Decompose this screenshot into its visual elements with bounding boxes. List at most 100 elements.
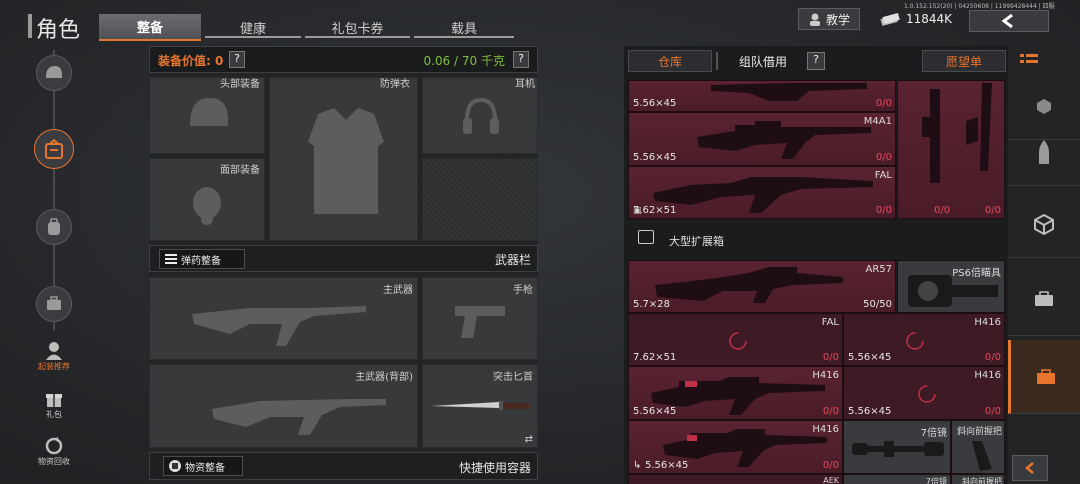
- slot-dagger[interactable]: 突击匕首 ⇄: [422, 364, 538, 448]
- slot-primary-weapon[interactable]: 主武器: [149, 277, 418, 360]
- container-category[interactable]: [36, 286, 72, 322]
- equipment-value-label: 装备价值: 0: [158, 54, 224, 68]
- item-ammo: 5.56×45: [848, 406, 892, 417]
- slot-headset[interactable]: 耳机: [422, 77, 538, 154]
- sidebar-recycle[interactable]: 物资回收: [30, 436, 78, 472]
- category-ammo[interactable]: [1008, 118, 1080, 186]
- slot-label: 突击匕首: [493, 372, 533, 383]
- collapse-button[interactable]: [1012, 455, 1048, 481]
- version-info: 1.0.152.152(20) | 04250608 | 11999428444…: [904, 3, 1055, 10]
- scope-icon: [908, 275, 998, 307]
- item-m4a1[interactable]: M4A1 5.56×45 0/0: [628, 112, 896, 166]
- supply-prep-button[interactable]: 物资整备: [163, 456, 243, 476]
- slot-label: 主武器(背部): [355, 372, 413, 383]
- item-aek[interactable]: AEK: [628, 474, 843, 484]
- tutorial-button[interactable]: 教学: [798, 8, 860, 30]
- item-7x-scope[interactable]: 7倍镜: [843, 420, 951, 474]
- weight-help-button[interactable]: ?: [513, 51, 529, 68]
- category-materials[interactable]: [1008, 190, 1080, 258]
- warehouse-help-button[interactable]: ?: [807, 52, 825, 70]
- slot-face-gear[interactable]: 面部装备: [149, 158, 265, 241]
- ammo-prep-button[interactable]: 弹药整备: [159, 249, 245, 269]
- item-ammo: 5.56×45: [645, 460, 689, 471]
- item-angled-grip[interactable]: 斜向前握把: [951, 474, 1005, 484]
- slot-armor[interactable]: 防弹衣: [269, 77, 418, 241]
- tab-warehouse[interactable]: 仓库: [628, 50, 712, 72]
- box-icon: [1034, 213, 1054, 235]
- weapon-bar-title: 武器栏: [494, 253, 531, 267]
- value-help-button[interactable]: ?: [229, 51, 245, 68]
- item-rifle[interactable]: 5.56×45 0/0: [628, 80, 896, 112]
- item-fal[interactable]: FAL 7.62×51 0/0: [628, 313, 843, 366]
- item-name: FAL: [821, 317, 839, 328]
- slot-locked: [422, 158, 538, 241]
- sidebar-gift[interactable]: 礼包: [34, 389, 74, 425]
- item-ammo: 5.56×45: [633, 406, 677, 417]
- item-name: FAL: [874, 170, 892, 181]
- sidebar-recycle-label: 物资回收: [38, 457, 70, 466]
- tab-underline: [414, 36, 514, 38]
- armor-vest-icon: [308, 108, 384, 214]
- slot-pistol[interactable]: 手枪: [422, 277, 538, 360]
- scope-icon: [852, 441, 944, 457]
- rifle-icon: [966, 83, 992, 171]
- quick-use-title: 快捷使用容器: [458, 461, 531, 475]
- chevron-left-icon: [1025, 462, 1034, 474]
- filter-list-icon[interactable]: [1018, 52, 1040, 70]
- category-containers[interactable]: [1008, 262, 1080, 336]
- item-7x-scope[interactable]: 7倍镜: [843, 474, 951, 484]
- item-ammo: 5.56×45: [633, 98, 677, 109]
- item-angled-grip[interactable]: 斜向前握把: [951, 420, 1005, 474]
- wishlist-button[interactable]: 愿望单: [922, 50, 1006, 72]
- item-fal[interactable]: FAL 7.62×51 0/0: [628, 166, 896, 219]
- extension-case-icon: [638, 230, 654, 244]
- tab-underline: [205, 36, 301, 38]
- sidebar-recommend[interactable]: 起装推荐: [34, 341, 74, 377]
- rifle-icon: [212, 399, 386, 435]
- item-count: 50/50: [863, 299, 892, 310]
- slot-primary-back[interactable]: 主武器(背部): [149, 364, 418, 448]
- item-count: 0/0: [984, 406, 1001, 417]
- item-h416[interactable]: H416 5.56×45 0/0: [628, 366, 843, 420]
- slot-label: 防弹衣: [380, 79, 410, 90]
- tab-team-borrow[interactable]: 组队借用: [728, 50, 798, 72]
- item-h416[interactable]: H416 5.56×45 0/0: [843, 313, 1005, 366]
- rifle-icon: [655, 267, 843, 303]
- item-name: AR57: [865, 264, 892, 275]
- item-name: AEK: [823, 476, 839, 484]
- item-vertical-rifles[interactable]: 0/0 0/0: [897, 80, 1005, 219]
- helmet-icon: [46, 66, 62, 78]
- slot-label: 头部装备: [220, 79, 260, 90]
- item-ammo: 7.62×51: [633, 352, 677, 363]
- item-name: 斜向前握把: [956, 427, 1002, 437]
- equipment-value-bar: 装备价值: 0 ? 0.06 / 70 千克 ?: [149, 46, 538, 73]
- slot-label: 面部装备: [220, 165, 260, 176]
- item-count: 0/0: [822, 352, 839, 363]
- swap-icon[interactable]: ⇄: [525, 434, 533, 445]
- category-extension-active[interactable]: [1008, 340, 1080, 414]
- item-ammo: 5.7×28: [633, 299, 671, 310]
- item-ar57[interactable]: AR57 5.7×28 50/50: [628, 260, 896, 313]
- tab-gear[interactable]: 整备: [99, 14, 201, 41]
- ammo-icon: [165, 254, 177, 264]
- list-icon: [1020, 54, 1038, 63]
- currency-amount: 11844K: [906, 12, 953, 26]
- item-ps6-scope[interactable]: PS6倍瞄具: [897, 260, 1005, 313]
- item-h416[interactable]: H416 5.56×45 0/0: [843, 366, 1005, 420]
- backpack-icon: [48, 218, 60, 235]
- cash-stack-icon: [880, 13, 900, 26]
- item-h416[interactable]: H416 ↳ 5.56×45 0/0: [628, 420, 843, 474]
- gear-category-active[interactable]: [34, 129, 74, 169]
- helmet-category[interactable]: [36, 55, 72, 91]
- tutor-icon: [809, 13, 820, 26]
- back-button[interactable]: [969, 10, 1049, 32]
- sidebar-gift-label: 礼包: [46, 410, 62, 419]
- item-count: 0/0: [984, 352, 1001, 363]
- weapon-bar-header: 弹药整备 武器栏: [149, 245, 538, 272]
- item-count: 0/0: [822, 406, 839, 417]
- bullet-icon: [1039, 139, 1049, 164]
- sidebar-recommend-label: 起装推荐: [38, 362, 70, 371]
- slot-head-gear[interactable]: 头部装备: [149, 77, 265, 154]
- headset-icon: [463, 97, 499, 134]
- backpack-category[interactable]: [36, 209, 72, 245]
